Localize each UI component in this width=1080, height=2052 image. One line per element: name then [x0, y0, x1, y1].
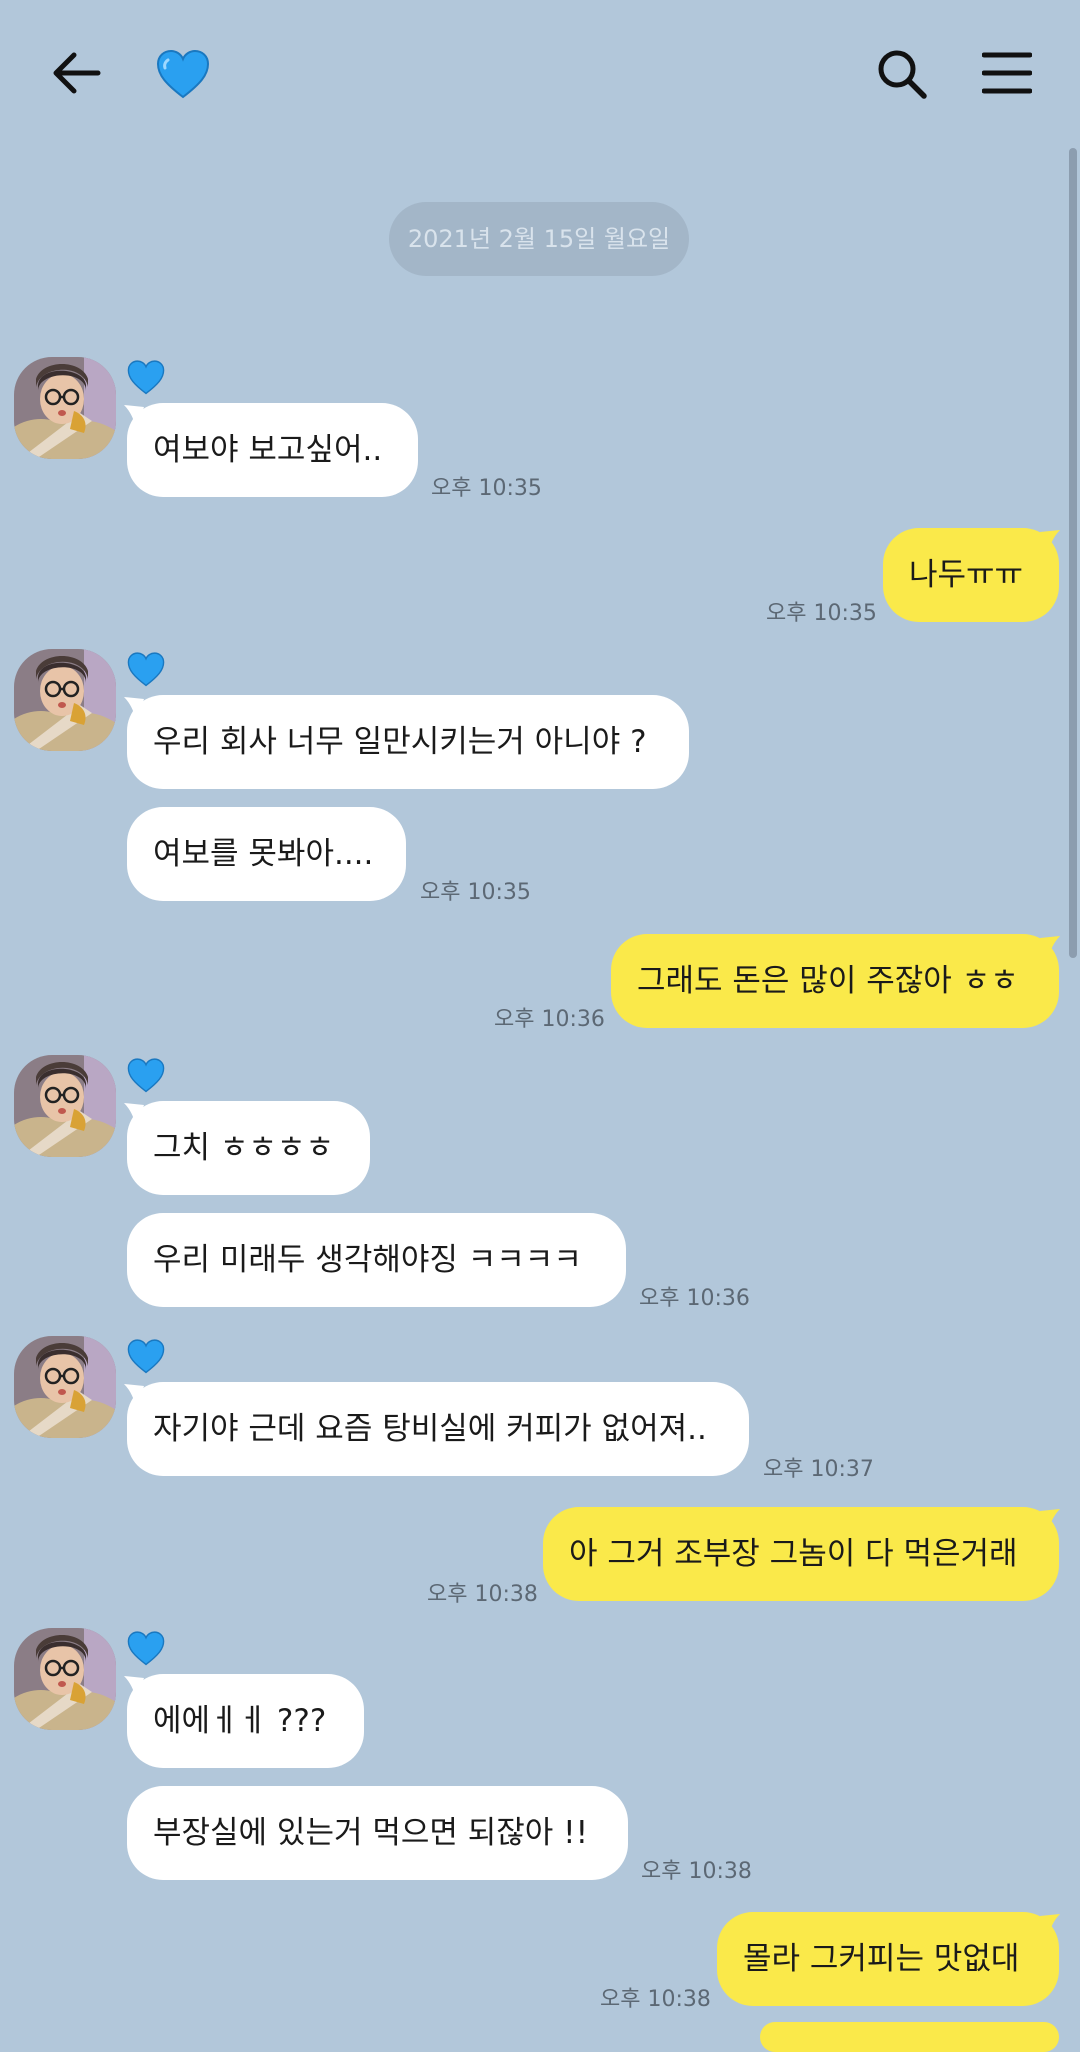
avatar[interactable] — [14, 1055, 116, 1157]
message-time: 오후 10:35 — [420, 880, 531, 905]
message-bubble[interactable]: 그래도 돈은 많이 주잖아 ㅎㅎ — [611, 934, 1059, 1028]
message-time: 오후 10:38 — [427, 1582, 538, 1607]
message-bubble[interactable]: 나두ㅠㅠ — [883, 528, 1059, 622]
blue-heart-icon — [127, 1339, 165, 1374]
message-time: 오후 10:35 — [431, 476, 542, 501]
search-icon[interactable] — [876, 48, 928, 100]
profile-photo — [14, 1055, 116, 1157]
arrow-left-icon[interactable] — [48, 48, 104, 98]
message-bubble[interactable]: 여보를 못봐아.... — [127, 807, 406, 901]
message-bubble[interactable]: 자기야 근데 요즘 탕비실에 커피가 없어져.. — [127, 1382, 749, 1476]
message-bubble[interactable]: 에에ㅔㅔ ??? — [127, 1674, 364, 1768]
message-time: 오후 10:35 — [766, 601, 877, 626]
avatar[interactable] — [14, 1628, 116, 1730]
message-time: 오후 10:36 — [494, 1007, 605, 1032]
profile-photo — [14, 1628, 116, 1730]
blue-heart-icon — [127, 1058, 165, 1093]
message-time: 오후 10:37 — [763, 1457, 874, 1482]
avatar[interactable] — [14, 357, 116, 459]
message-bubble[interactable]: 아 그거 조부장 그놈이 다 먹은거래 — [543, 1507, 1059, 1601]
message-bubble[interactable]: 그치 ㅎㅎㅎㅎ — [127, 1101, 370, 1195]
profile-photo — [14, 1336, 116, 1438]
message-bubble[interactable]: 우리 미래두 생각해야징 ㅋㅋㅋㅋ — [127, 1213, 626, 1307]
profile-photo — [14, 649, 116, 751]
blue-heart-icon — [127, 360, 165, 395]
date-divider: 2021년 2월 15일 월요일 — [389, 202, 689, 276]
message-bubble[interactable]: 몰라 그커피는 맛없대 — [717, 1912, 1059, 2006]
avatar[interactable] — [14, 1336, 116, 1438]
message-time: 오후 10:36 — [639, 1286, 750, 1311]
blue-heart-icon — [127, 1631, 165, 1666]
top-bar — [0, 0, 1080, 150]
message-bubble[interactable]: 부장실에 있는거 먹으면 되잖아 !! — [127, 1786, 628, 1880]
hamburger-menu-icon[interactable] — [982, 52, 1032, 94]
message-time: 오후 10:38 — [600, 1987, 711, 2012]
avatar[interactable] — [14, 649, 116, 751]
profile-photo — [14, 357, 116, 459]
blue-heart-icon — [156, 50, 210, 99]
scrollbar[interactable] — [1069, 148, 1077, 958]
message-bubble[interactable]: 우리 회사 너무 일만시키는거 아니야 ? — [127, 695, 689, 789]
blue-heart-icon — [127, 652, 165, 687]
message-bubble[interactable]: 여보야 보고싶어.. — [127, 403, 418, 497]
message-time: 오후 10:38 — [641, 1859, 752, 1884]
